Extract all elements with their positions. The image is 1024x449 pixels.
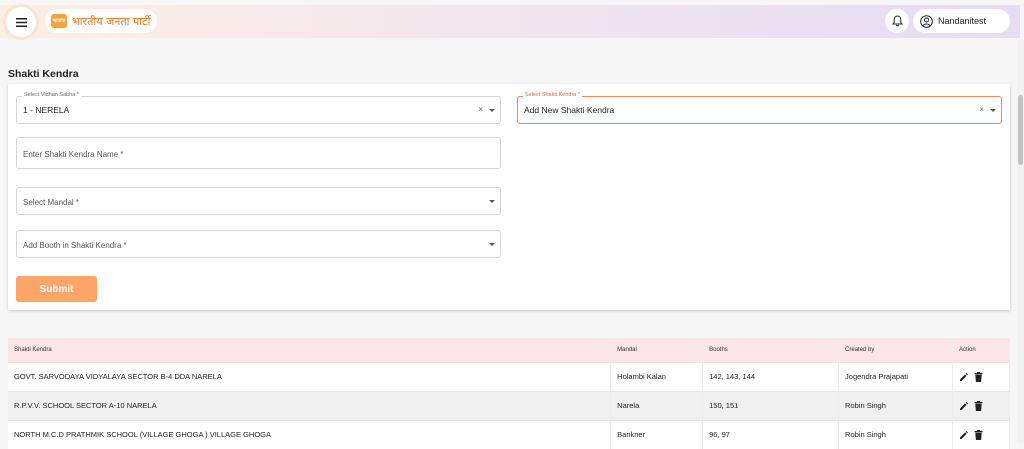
delete-icon[interactable] bbox=[974, 400, 983, 411]
clear-icon[interactable]: × bbox=[979, 105, 984, 114]
action-cell bbox=[952, 361, 1011, 391]
scrollbar-thumb[interactable] bbox=[1018, 95, 1023, 165]
menu-button[interactable] bbox=[6, 7, 36, 37]
table-header-row: Shakti Kendra Mandal Booths Created by A… bbox=[8, 338, 1011, 362]
booths-cell: 142, 143, 144 bbox=[702, 361, 840, 391]
chevron-down-icon[interactable] bbox=[990, 109, 996, 112]
hamburger-icon bbox=[15, 17, 27, 27]
delete-icon[interactable] bbox=[974, 371, 983, 382]
shakti-kendra-name-placeholder: Enter Shakti Kendra Name * bbox=[23, 150, 124, 159]
mandal-cell: Narela bbox=[610, 390, 704, 420]
chevron-down-icon[interactable] bbox=[489, 109, 495, 112]
user-avatar-icon bbox=[920, 14, 933, 28]
table-row: R.P.V.V. SCHOOL SECTOR A-10 NARELA Narel… bbox=[8, 390, 1011, 420]
vidhan-sabha-label: Select Vidhan Sabha * bbox=[22, 92, 81, 98]
column-header: Booths bbox=[702, 338, 840, 362]
mandal-select[interactable]: Select Mandal * bbox=[16, 187, 501, 215]
booths-cell: 150, 151 bbox=[702, 390, 840, 420]
page-title: Shakti Kendra bbox=[8, 68, 79, 80]
column-header: Mandal bbox=[610, 338, 704, 362]
created-by-cell: Jogendra Prajapati bbox=[838, 361, 953, 391]
shakti-kendra-label: Select Shakti Kendra * bbox=[523, 92, 583, 98]
notifications-button[interactable] bbox=[885, 9, 909, 33]
kendra-cell: R.P.V.V. SCHOOL SECTOR A-10 NARELA bbox=[8, 390, 612, 420]
edit-icon[interactable] bbox=[959, 430, 969, 440]
kendra-cell: GOVT. SARVODAYA VIDYALAYA SECTOR B-4 DDA… bbox=[8, 361, 612, 391]
page-scrollbar[interactable] bbox=[1017, 40, 1024, 443]
column-header: Action bbox=[952, 338, 1011, 362]
vidhan-sabha-select[interactable]: Select Vidhan Sabha * 1 - NERELA × bbox=[16, 92, 501, 124]
brand-name: भारतीय जनता पार्टी bbox=[72, 14, 151, 28]
kendra-cell: NORTH M.C.D PRATHMIK SCHOOL (VILLAGE GHO… bbox=[8, 419, 612, 449]
column-header: Shakti Kendra bbox=[8, 338, 612, 362]
shakti-kendra-select[interactable]: Select Shakti Kendra * Add New Shakti Ke… bbox=[517, 92, 1002, 124]
bell-icon bbox=[891, 15, 903, 27]
shakti-kendra-form: Select Vidhan Sabha * 1 - NERELA × Selec… bbox=[8, 84, 1010, 310]
user-menu[interactable]: Nandanitest bbox=[913, 9, 1010, 33]
table-row: NORTH M.C.D PRATHMIK SCHOOL (VILLAGE GHO… bbox=[8, 419, 1011, 449]
lotus-logo-icon: भाजपा bbox=[51, 14, 67, 28]
chevron-down-icon[interactable] bbox=[489, 200, 495, 203]
delete-icon[interactable] bbox=[974, 429, 983, 440]
mandal-cell: Holambi Kalan bbox=[610, 361, 704, 391]
column-header: Created by bbox=[838, 338, 953, 362]
username: Nandanitest bbox=[938, 16, 987, 26]
submit-button[interactable]: Submit bbox=[16, 276, 97, 302]
edit-icon[interactable] bbox=[959, 401, 969, 411]
action-cell bbox=[952, 419, 1011, 449]
shakti-kendra-table: Shakti Kendra Mandal Booths Created by A… bbox=[8, 338, 1011, 449]
action-cell bbox=[952, 390, 1011, 420]
mandal-placeholder: Select Mandal * bbox=[23, 198, 80, 207]
shakti-kendra-name-input[interactable]: Enter Shakti Kendra Name * bbox=[16, 137, 501, 169]
vidhan-sabha-value: 1 - NERELA bbox=[23, 105, 70, 115]
chevron-down-icon[interactable] bbox=[489, 243, 495, 246]
table-row: GOVT. SARVODAYA VIDYALAYA SECTOR B-4 DDA… bbox=[8, 361, 1011, 391]
shakti-kendra-value: Add New Shakti Kendra bbox=[524, 105, 615, 115]
clear-icon[interactable]: × bbox=[478, 105, 483, 114]
created-by-cell: Robin Singh bbox=[838, 419, 953, 449]
created-by-cell: Robin Singh bbox=[838, 390, 953, 420]
mandal-cell: Bankner bbox=[610, 419, 704, 449]
booth-placeholder: Add Booth in Shakti Kendra * bbox=[23, 241, 127, 250]
booths-cell: 96, 97 bbox=[702, 419, 840, 449]
edit-icon[interactable] bbox=[959, 372, 969, 382]
booth-select[interactable]: Add Booth in Shakti Kendra * bbox=[16, 230, 501, 258]
top-app-bar: भाजपा भारतीय जनता पार्टी Nandanitest bbox=[0, 5, 1020, 38]
brand-logo[interactable]: भाजपा भारतीय जनता पार्टी bbox=[45, 9, 157, 33]
